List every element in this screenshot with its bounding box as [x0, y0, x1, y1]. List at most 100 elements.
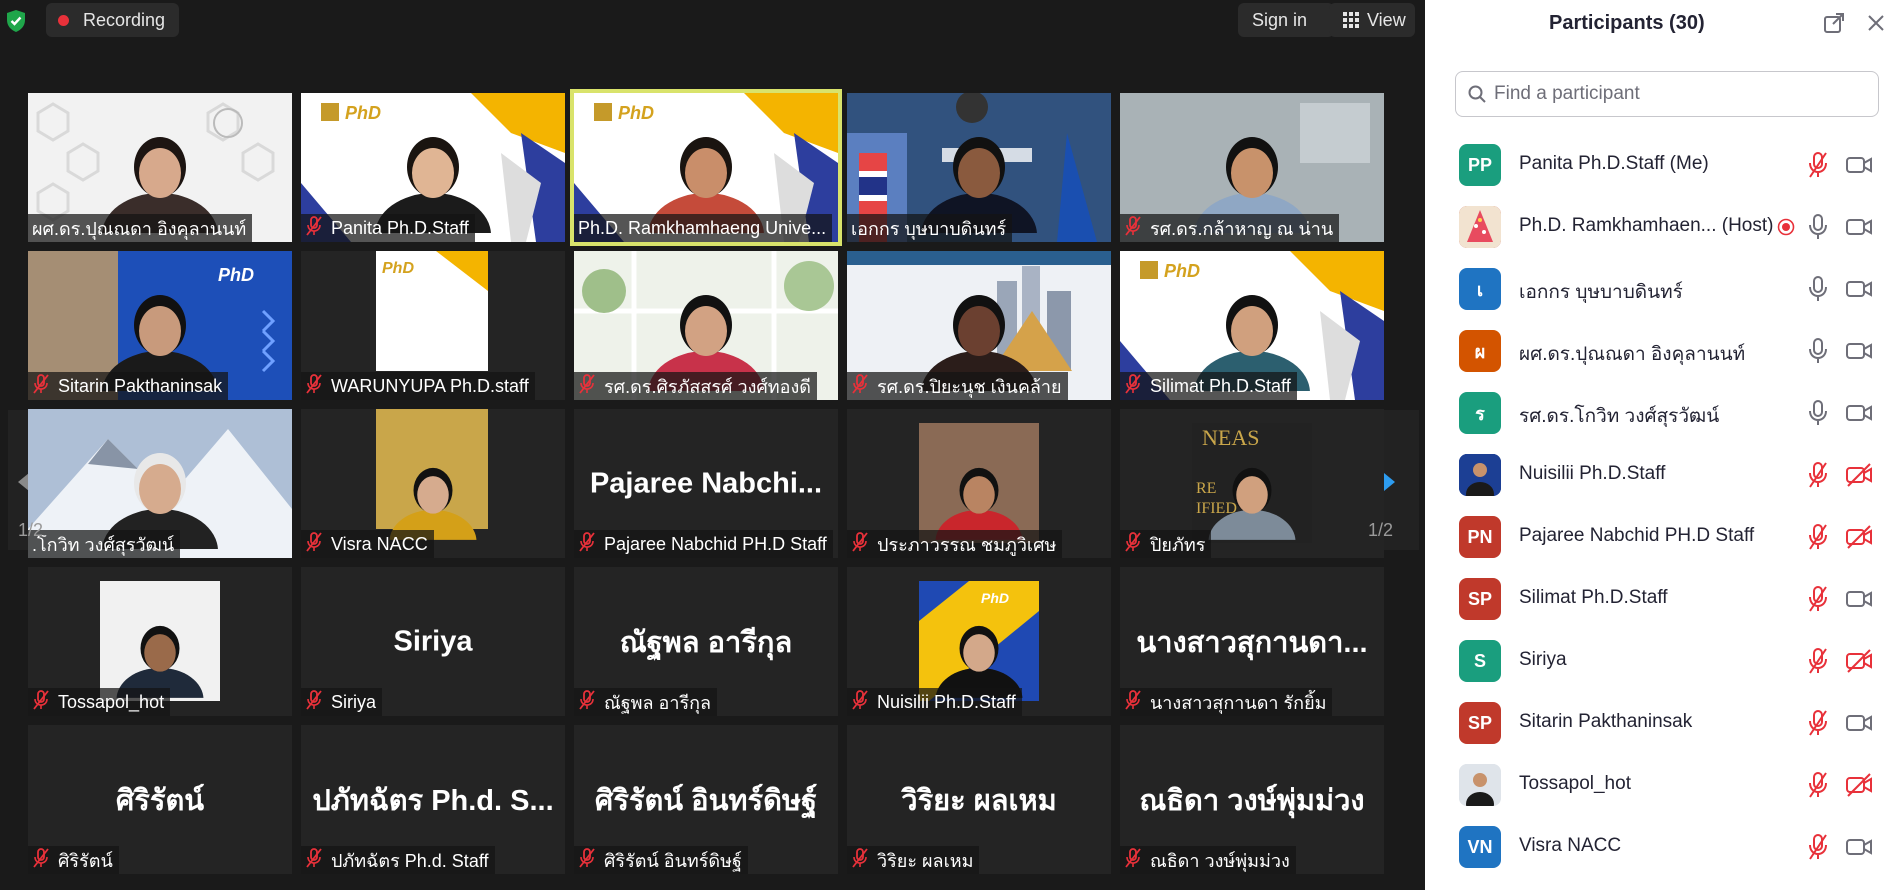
participant-display-name: นางสาวสุกานดา...	[1136, 626, 1368, 659]
mic-icon[interactable]	[1807, 213, 1829, 241]
participant-display-name: Pajaree Nabchi...	[589, 467, 823, 499]
video-tile[interactable]: PhD Nuisilii Ph.D.Staff	[847, 567, 1111, 716]
video-tile[interactable]: NEAS RE IFIED ปิยภัทร	[1120, 409, 1384, 558]
participant-name-label: ศิริรัตน์ อินทร์ดิษฐ์	[574, 846, 748, 874]
participant-row[interactable]: Tossapol_hot	[1425, 754, 1885, 816]
recording-indicator[interactable]: Recording	[46, 3, 180, 37]
mic-muted-icon[interactable]	[1807, 523, 1829, 551]
participant-row[interactable]: PN Pajaree Nabchid PH.D Staff	[1425, 506, 1885, 568]
video-tile[interactable]: รศ.ดร.ศิรภัสสรศ์ วงศ์ทองดี	[574, 251, 838, 400]
video-tile[interactable]: เอกกร บุษบาบดินทร์	[847, 93, 1111, 242]
video-tile[interactable]: นางสาวสุกานดา... นางสาวสุกานดา รักยิ้ม	[1120, 567, 1384, 716]
mic-muted-icon	[305, 215, 331, 241]
pop-out-icon[interactable]	[1823, 12, 1845, 34]
participant-name: นางสาวสุกานดา รักยิ้ม	[1150, 692, 1327, 713]
camera-off-icon[interactable]	[1845, 462, 1873, 488]
participant-display-name: ศิริรัตน์	[115, 784, 205, 817]
participant-name: Sitarin Pakthaninsak	[58, 375, 223, 396]
video-tile[interactable]: ประภาวรรณ ชมภูวิเศษ	[847, 409, 1111, 558]
participant-row[interactable]: VN Visra NACC	[1425, 816, 1885, 878]
mic-icon[interactable]	[1807, 337, 1829, 365]
camera-icon[interactable]	[1845, 152, 1873, 178]
participant-row[interactable]: SP Sitarin Pakthaninsak	[1425, 692, 1885, 754]
svg-text:PhD: PhD	[345, 103, 381, 123]
participant-name: Pajaree Nabchid PH.D Staff	[604, 533, 827, 554]
video-tile[interactable]: PhD Silimat Ph.D.Staff	[1120, 251, 1384, 400]
mic-muted-icon[interactable]	[1807, 461, 1829, 489]
camera-icon[interactable]	[1845, 214, 1873, 240]
participant-name: Panita Ph.D.Staff	[331, 217, 469, 238]
view-button[interactable]: View	[1329, 3, 1415, 37]
camera-icon[interactable]	[1845, 834, 1873, 860]
participant-name-label: ประภาวรรณ ชมภูวิเศษ	[847, 530, 1063, 558]
participant-name-label: รศ.ดร.กล้าหาญ ณ น่าน	[1120, 214, 1340, 242]
participant-name-label: Pajaree Nabchid PH.D Staff	[574, 530, 833, 558]
participant-row[interactable]: Ph.D. Ramkhamhaen... (Host)	[1425, 196, 1885, 258]
camera-icon[interactable]	[1845, 586, 1873, 612]
mic-muted-icon[interactable]	[1807, 771, 1829, 799]
mic-muted-icon[interactable]	[1807, 151, 1829, 179]
mic-muted-icon[interactable]	[1807, 585, 1829, 613]
camera-icon[interactable]	[1845, 400, 1873, 426]
mic-icon[interactable]	[1807, 275, 1829, 303]
mic-muted-icon	[32, 847, 58, 873]
camera-icon[interactable]	[1845, 338, 1873, 364]
participant-name-label: Panita Ph.D.Staff	[301, 214, 475, 242]
mic-icon[interactable]	[1807, 399, 1829, 427]
participant-row[interactable]: ผ ผศ.ดร.ปุณณดา อิงคุลานนท์	[1425, 320, 1885, 382]
video-tile[interactable]: Tossapol_hot	[28, 567, 292, 716]
mic-muted-icon[interactable]	[1807, 709, 1829, 737]
camera-icon[interactable]	[1845, 276, 1873, 302]
video-tile[interactable]: ณัฐพล อารีกุล ณัฐพล อารีกุล	[574, 567, 838, 716]
mic-muted-icon[interactable]	[1807, 833, 1829, 861]
participant-list-name: Tossapol_hot	[1519, 773, 1631, 794]
search-input[interactable]	[1492, 82, 1856, 106]
video-tile[interactable]: ณธิดา วงษ์พุ่มม่วง ณธิดา วงษ์พุ่มม่วง	[1120, 725, 1384, 874]
participant-search[interactable]	[1455, 71, 1879, 117]
camera-off-icon[interactable]	[1845, 524, 1873, 550]
video-tile[interactable]: รศ.ดร.กล้าหาญ ณ น่าน	[1120, 93, 1384, 242]
mic-muted-icon	[578, 373, 604, 399]
participant-avatar: SP	[1459, 702, 1501, 744]
video-tile[interactable]: PhD WARUNYUPA Ph.D.staff	[301, 251, 565, 400]
camera-off-icon[interactable]	[1845, 648, 1873, 674]
video-tile[interactable]: Pajaree Nabchi... Pajaree Nabchid PH.D St…	[574, 409, 838, 558]
video-tile[interactable]: .โกวิท วงศ์สุรวัฒน์	[28, 409, 292, 558]
participant-avatar: PP	[1459, 144, 1501, 186]
participant-row[interactable]: S Siriya	[1425, 630, 1885, 692]
record-dot-icon	[58, 14, 69, 26]
participant-row[interactable]: SP Silimat Ph.D.Staff	[1425, 568, 1885, 630]
camera-icon[interactable]	[1845, 710, 1873, 736]
shield-check-icon[interactable]	[4, 9, 28, 33]
video-tile[interactable]: ศิริรัตน์ ศิริรัตน์	[28, 725, 292, 874]
video-tile[interactable]: รศ.ดร.ปิยะนุช เงินคล้าย	[847, 251, 1111, 400]
mic-muted-icon[interactable]	[1807, 647, 1829, 675]
mic-muted-icon	[851, 373, 877, 399]
video-tile[interactable]: PhD Sitarin Pakthaninsak	[28, 251, 292, 400]
participant-name: วิริยะ ผลเหม	[877, 850, 974, 871]
participant-row[interactable]: เ เอกกร บุษบาบดินทร์	[1425, 258, 1885, 320]
participant-row[interactable]: PP Panita Ph.D.Staff (Me)	[1425, 134, 1885, 196]
video-tile[interactable]: Siriya Siriya	[301, 567, 565, 716]
participant-list-name: Ph.D. Ramkhamhaen... (Host)	[1519, 215, 1774, 236]
participant-row[interactable]: Nuisilii Ph.D.Staff	[1425, 444, 1885, 506]
video-tile[interactable]: วิริยะ ผลเหม วิริยะ ผลเหม	[847, 725, 1111, 874]
participant-row[interactable]: ร รศ.ดร.โกวิท วงศ์สุรวัฒน์	[1425, 382, 1885, 444]
video-tile[interactable]: ศิริรัตน์ อินทร์ดิษฐ์ ศิริรัตน์ อินทร์ดิษ…	[574, 725, 838, 874]
mic-muted-icon	[305, 689, 331, 715]
mic-muted-icon	[1124, 373, 1150, 399]
camera-off-icon[interactable]	[1845, 772, 1873, 798]
participant-name-label: ณัฐพล อารีกุล	[574, 688, 718, 716]
participant-list-name: Panita Ph.D.Staff (Me)	[1519, 153, 1709, 174]
participant-name-label: Sitarin Pakthaninsak	[28, 372, 229, 400]
participant-name-label: Ph.D. Ramkhamhaeng Unive...	[574, 214, 833, 242]
video-tile[interactable]: ปภัทฉัตร Ph.d. S... ปภัทฉัตร Ph.d. Staff	[301, 725, 565, 874]
close-icon[interactable]	[1865, 12, 1885, 34]
video-tile[interactable]: Visra NACC	[301, 409, 565, 558]
video-tile[interactable]: PhD Panita Ph.D.Staff	[301, 93, 565, 242]
video-tile[interactable]: PhD Ph.D. Ramkhamhaeng Unive...	[570, 89, 842, 246]
sign-in-button[interactable]: Sign in	[1238, 3, 1334, 37]
participant-list-name: รศ.ดร.โกวิท วงศ์สุรวัฒน์	[1519, 406, 1720, 427]
participant-name-label: Visra NACC	[301, 530, 434, 558]
video-tile[interactable]: ผศ.ดร.ปุณณดา อิงคุลานนท์	[28, 93, 292, 242]
